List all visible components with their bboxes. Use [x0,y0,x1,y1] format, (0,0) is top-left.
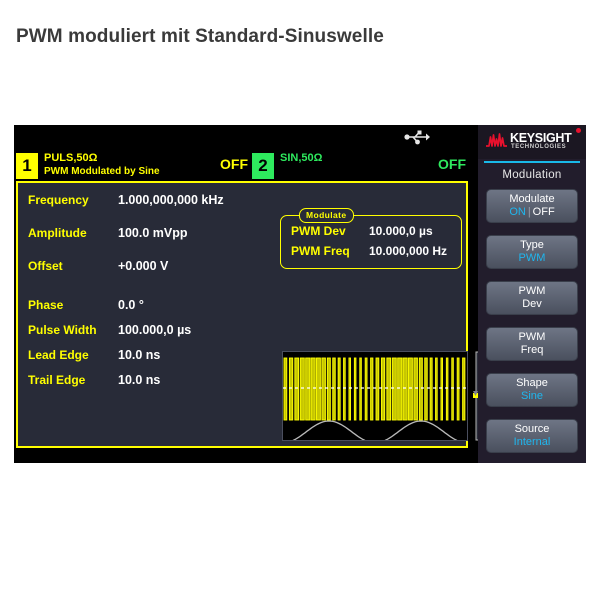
channel-2-output-state[interactable]: OFF [438,156,466,172]
sidebar-title: Modulation [502,169,562,181]
softkey-label: PWM [518,285,546,297]
softkey-label: Modulate [509,193,555,205]
softkey-sidebar: KEYSIGHT TECHNOLOGIES Modulation Modulat… [478,125,586,463]
modulate-value: 10.000,0 µs [369,224,433,238]
status-dot-icon [576,128,581,133]
param-value: 10.0 ns [118,348,161,362]
softkey-source[interactable]: Source Internal [486,419,578,453]
param-value: 0.0 ° [118,298,144,312]
softkey-onoff: ON | OFF [487,206,577,219]
softkey-off-option[interactable]: OFF [533,206,555,218]
param-value: 100.000,0 µs [118,323,192,337]
modulate-label: PWM Dev [291,224,346,238]
channel-2-waveform-label: SIN,50Ω [280,152,323,164]
param-value: 1.000,000,000 kHz [118,193,224,207]
softkey-label: Source [514,423,550,435]
channel-header-bar: 1 PULS,50Ω PWM Modulated by Sine OFF 2 S… [14,151,472,181]
divider [484,161,580,163]
softkey-separator: | [527,206,531,218]
softkey-shape[interactable]: Shape Sine [486,373,578,407]
softkey-label: Shape [516,377,548,389]
channel-1-output-state[interactable]: OFF [220,156,248,172]
softkey-type[interactable]: Type PWM [486,235,578,269]
softkey-modulate[interactable]: Modulate ON | OFF [486,189,578,223]
softkey-pwm-freq[interactable]: PWM Freq [486,327,578,361]
keysight-wave-icon [486,133,507,147]
param-label: Amplitude [28,226,87,240]
softkey-value: PWM [518,252,546,264]
param-value: 100.0 mVpp [118,226,188,240]
softkey-value: Dev [522,298,542,310]
softkey-value: Internal [513,436,551,448]
channel-1-waveform-label: PULS,50Ω [44,152,98,164]
modulate-panel-tab: Modulate [299,208,354,223]
param-value: 10.0 ns [118,373,161,387]
softkey-pwm-dev[interactable]: PWM Dev [486,281,578,315]
channel-1-main-area: Frequency 1.000,000,000 kHz Amplitude 10… [16,181,483,448]
channel-1-badge[interactable]: 1 [16,153,38,179]
param-label: Offset [28,259,63,273]
keysight-brand-name: KEYSIGHT [510,131,572,145]
modulate-panel: Modulate PWM Dev 10.000,0 µs PWM Freq 10… [280,208,462,269]
softkey-on-option[interactable]: ON [509,206,526,218]
usb-icon [404,130,430,145]
param-value: +0.000 V [118,259,169,273]
softkey-value: Freq [520,344,544,356]
param-label: Lead Edge [28,348,89,362]
channel-2-badge[interactable]: 2 [252,153,274,179]
param-label: Frequency [28,193,89,207]
screenshot-root: PWM moduliert mit Standard-Sinuswelle 1 … [0,0,600,600]
softkey-label: PWM [518,331,546,343]
page-title: PWM moduliert mit Standard-Sinuswelle [16,26,384,47]
modulate-label: PWM Freq [291,244,350,258]
param-label: Phase [28,298,64,312]
keysight-logo: KEYSIGHT TECHNOLOGIES [478,125,586,159]
display-panel: 1 PULS,50Ω PWM Modulated by Sine OFF 2 S… [14,151,483,456]
channel-1-modulation-label: PWM Modulated by Sine [44,166,160,177]
keysight-brand-sub: TECHNOLOGIES [511,144,567,150]
softkey-label: Type [520,239,544,251]
waveform-graphic [283,357,467,440]
waveform-preview[interactable] [282,351,468,441]
modulate-value: 10.000,000 Hz [369,244,448,258]
softkey-value: Sine [520,390,544,402]
param-label: Pulse Width [28,323,97,337]
param-label: Trail Edge [28,373,86,387]
status-bar [14,125,472,151]
